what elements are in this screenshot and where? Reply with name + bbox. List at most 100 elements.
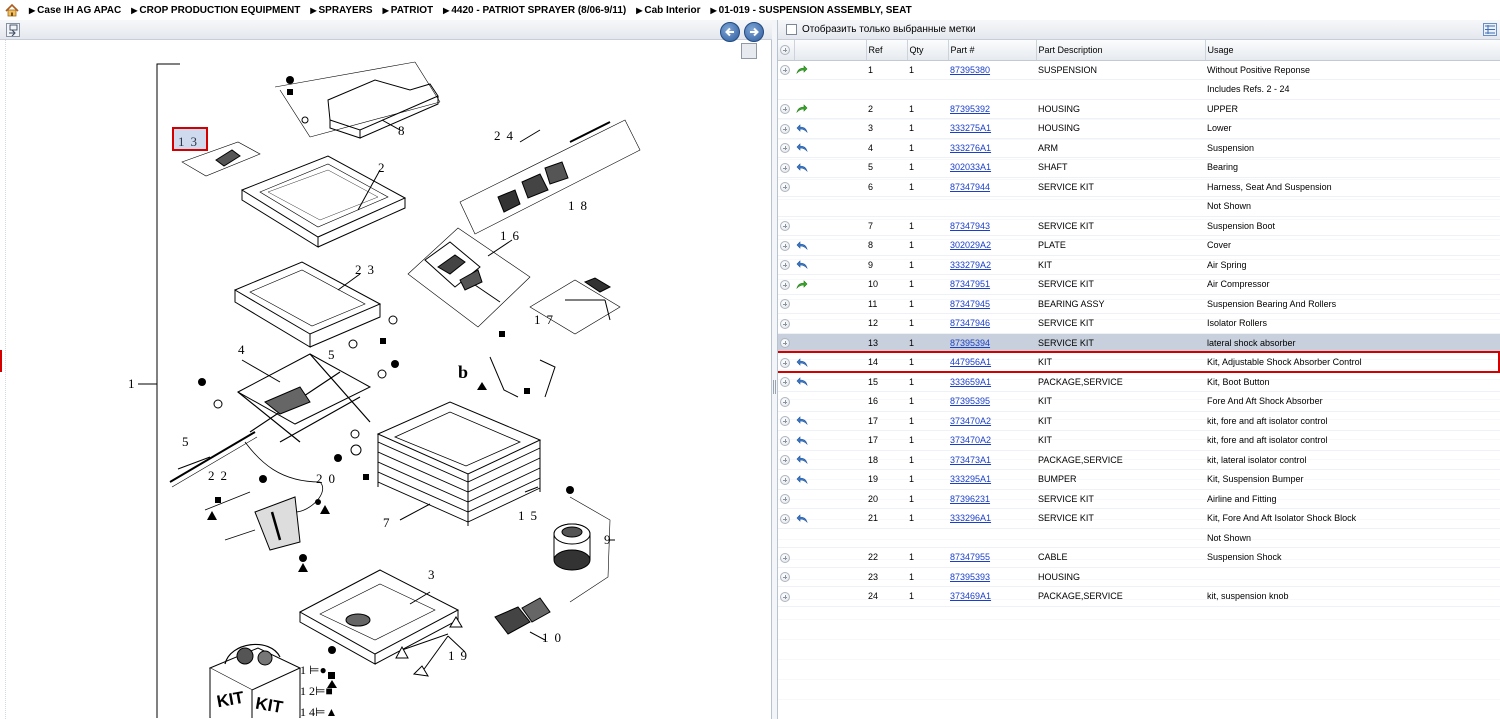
- add-to-cart-icon[interactable]: [780, 513, 790, 524]
- row-action-cell[interactable]: [794, 235, 866, 256]
- table-row[interactable]: 17 1 373470A2 KIT kit, fore and aft isolator…: [778, 430, 1500, 451]
- part-number-link[interactable]: 373470A2: [950, 435, 991, 445]
- replaced-by-icon[interactable]: [796, 474, 808, 485]
- row-action-cell[interactable]: [794, 469, 866, 490]
- add-to-cart-icon[interactable]: [780, 240, 790, 251]
- part-number-link[interactable]: 302033A1: [950, 162, 991, 172]
- table-row[interactable]: 17 1 373470A2 KIT kit, fore and aft isolator…: [778, 411, 1500, 431]
- replaced-by-icon[interactable]: [796, 416, 808, 426]
- row-expand-cell[interactable]: [778, 528, 794, 548]
- add-to-cart-icon[interactable]: [780, 396, 790, 407]
- row-action-cell[interactable]: [794, 138, 866, 158]
- row-action-cell[interactable]: [794, 118, 866, 139]
- row-action-cell[interactable]: [794, 567, 866, 587]
- add-to-cart-icon[interactable]: [780, 299, 790, 310]
- table-row[interactable]: Includes Refs. 2 - 24: [778, 79, 1500, 100]
- breadcrumb-item[interactable]: ▶ Case IH AG APAC: [29, 5, 121, 16]
- row-expand-cell[interactable]: [778, 216, 794, 236]
- breadcrumb-item[interactable]: ▶ Cab Interior: [636, 5, 700, 16]
- replaced-by-icon[interactable]: [796, 377, 808, 387]
- add-to-cart-icon[interactable]: [780, 435, 790, 446]
- part-number-link[interactable]: 302029A2: [950, 240, 991, 250]
- row-action-cell[interactable]: [794, 430, 866, 451]
- callout-9[interactable]: 9: [604, 532, 617, 547]
- replaced-by-icon[interactable]: [796, 143, 808, 153]
- row-action-cell[interactable]: [794, 411, 866, 431]
- row-expand-cell[interactable]: [778, 294, 794, 314]
- table-row[interactable]: 23 1 87395393 HOUSING: [778, 567, 1500, 587]
- add-to-cart-icon[interactable]: [780, 182, 790, 193]
- replaced-by-icon[interactable]: [796, 435, 808, 446]
- breadcrumb-item[interactable]: ▶ PATRIOT: [383, 5, 434, 16]
- replaced-by-icon[interactable]: [796, 123, 808, 134]
- add-to-cart-icon[interactable]: [780, 416, 790, 427]
- row-expand-cell[interactable]: [778, 79, 794, 100]
- row-action-cell[interactable]: [794, 528, 866, 548]
- row-action-cell[interactable]: [794, 450, 866, 470]
- table-row[interactable]: 7 1 87347943 SERVICE KIT Suspension Boot: [778, 216, 1500, 236]
- row-action-cell[interactable]: [794, 216, 866, 236]
- callout-4[interactable]: 4: [238, 342, 251, 357]
- row-expand-cell[interactable]: [778, 372, 794, 392]
- add-to-cart-icon[interactable]: [780, 552, 790, 563]
- callout-16[interactable]: 16: [500, 228, 525, 243]
- callout-18[interactable]: 18: [568, 198, 593, 213]
- part-number-link[interactable]: 87395393: [950, 572, 990, 582]
- next-page-button[interactable]: [744, 22, 764, 42]
- table-row[interactable]: 20 1 87396231 SERVICE KIT Airline and Fittin…: [778, 489, 1500, 509]
- table-row[interactable]: 12 1 87347946 SERVICE KIT Isolator Rollers: [778, 313, 1500, 334]
- breadcrumb-item[interactable]: ▶ CROP PRODUCTION EQUIPMENT: [131, 5, 300, 16]
- row-expand-cell[interactable]: [778, 118, 794, 139]
- part-number-link[interactable]: 333276A1: [950, 143, 991, 153]
- table-row[interactable]: 24 1 373469A1 PACKAGE,SERVICE kit, suspensio…: [778, 586, 1500, 607]
- callout-15[interactable]: 15: [518, 508, 543, 523]
- row-action-cell[interactable]: [794, 294, 866, 314]
- expand-all-icon[interactable]: [780, 45, 790, 56]
- part-number-link[interactable]: 333659A1: [950, 377, 991, 387]
- add-to-cart-icon[interactable]: [780, 260, 790, 271]
- add-to-cart-icon[interactable]: [780, 494, 790, 505]
- row-expand-cell[interactable]: [778, 313, 794, 334]
- row-expand-cell[interactable]: [778, 450, 794, 470]
- part-number-link[interactable]: 87395392: [950, 104, 990, 114]
- row-action-cell[interactable]: [794, 313, 866, 334]
- table-row[interactable]: 9 1 333279A2 KIT Air Spring: [778, 255, 1500, 275]
- row-action-cell[interactable]: [794, 177, 866, 197]
- add-to-cart-icon[interactable]: [780, 318, 790, 329]
- callout-7[interactable]: 7: [383, 515, 396, 530]
- add-to-cart-icon[interactable]: [780, 65, 790, 76]
- row-action-cell[interactable]: [794, 352, 866, 373]
- row-action-cell[interactable]: [794, 547, 866, 568]
- row-expand-cell[interactable]: [778, 255, 794, 275]
- part-number-link[interactable]: 87347951: [950, 279, 990, 289]
- add-to-cart-icon[interactable]: [780, 143, 790, 154]
- part-number-link[interactable]: 333296A1: [950, 513, 991, 523]
- row-expand-cell[interactable]: [778, 352, 794, 373]
- part-number-link[interactable]: 87347946: [950, 318, 990, 328]
- replaced-by-icon[interactable]: [796, 455, 808, 465]
- row-action-cell[interactable]: [794, 508, 866, 529]
- breadcrumb-item[interactable]: ▶ SPRAYERS: [310, 5, 372, 16]
- row-expand-cell[interactable]: [778, 489, 794, 509]
- row-expand-cell[interactable]: [778, 138, 794, 158]
- table-row[interactable]: 18 1 373473A1 PACKAGE,SERVICE kit, lateral i…: [778, 450, 1500, 470]
- replaced-by-icon[interactable]: [796, 240, 808, 251]
- table-row[interactable]: 14 1 447956A1 KIT Kit, Adjustable Shock Abso…: [778, 352, 1500, 373]
- add-to-cart-icon[interactable]: [780, 162, 790, 173]
- add-to-cart-icon[interactable]: [780, 338, 790, 349]
- go-to-assembly-icon[interactable]: [796, 65, 808, 75]
- go-to-assembly-icon[interactable]: [796, 279, 808, 290]
- row-expand-cell[interactable]: [778, 235, 794, 256]
- row-action-cell[interactable]: [794, 372, 866, 392]
- callout-17[interactable]: 17: [534, 312, 559, 327]
- callout-1[interactable]: 1: [128, 376, 141, 391]
- row-expand-cell[interactable]: [778, 567, 794, 587]
- go-to-assembly-icon[interactable]: [796, 104, 808, 114]
- row-expand-cell[interactable]: [778, 99, 794, 119]
- callout-23[interactable]: 23: [355, 262, 380, 277]
- table-row[interactable]: 1 1 87395380 SUSPENSION Without Positive Rep…: [778, 60, 1500, 80]
- table-row[interactable]: 6 1 87347944 SERVICE KIT Harness, Seat And S…: [778, 177, 1500, 197]
- row-expand-cell[interactable]: [778, 508, 794, 529]
- home-icon[interactable]: [5, 3, 19, 17]
- grid-settings-icon[interactable]: [1483, 23, 1497, 36]
